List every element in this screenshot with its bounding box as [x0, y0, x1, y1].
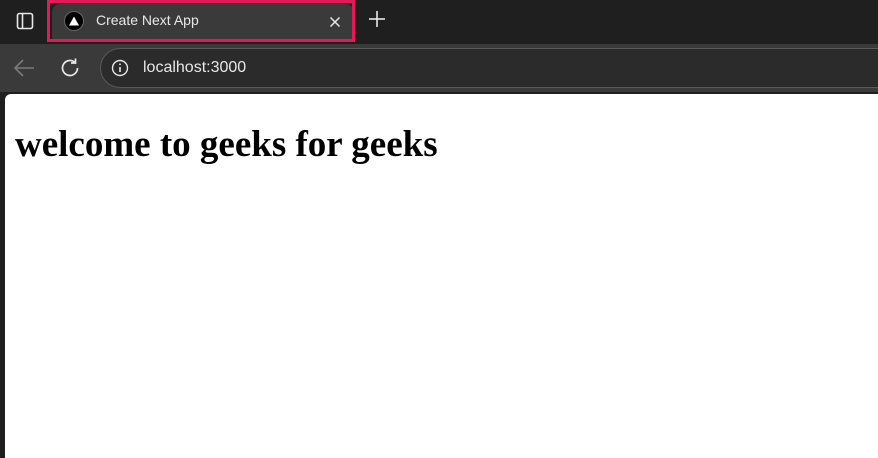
url-text: localhost:3000: [143, 59, 247, 76]
nextjs-triangle-icon: [64, 11, 84, 31]
info-icon[interactable]: [111, 59, 129, 77]
page-heading: welcome to geeks for geeks: [15, 124, 438, 165]
toolbar: localhost:3000: [0, 44, 878, 92]
close-icon: [329, 16, 341, 28]
sidebar-toggle-button[interactable]: [12, 8, 38, 34]
tab-close-button[interactable]: [326, 13, 344, 31]
page-content: welcome to geeks for geeks: [5, 94, 878, 458]
tab-strip: Create Next App: [0, 0, 878, 44]
reload-icon: [61, 58, 79, 77]
tab-create-next-app[interactable]: Create Next App: [52, 4, 354, 42]
new-tab-button[interactable]: [366, 8, 388, 30]
sidebar-icon: [16, 12, 34, 30]
address-bar[interactable]: localhost:3000: [100, 48, 878, 88]
back-button[interactable]: [12, 56, 36, 80]
arrow-left-icon: [13, 59, 34, 77]
browser-window: Create Next App localhost:3000 welcome t…: [0, 0, 878, 458]
plus-icon: [369, 11, 385, 27]
tab-title: Create Next App: [96, 12, 199, 28]
reload-button[interactable]: [58, 56, 82, 80]
